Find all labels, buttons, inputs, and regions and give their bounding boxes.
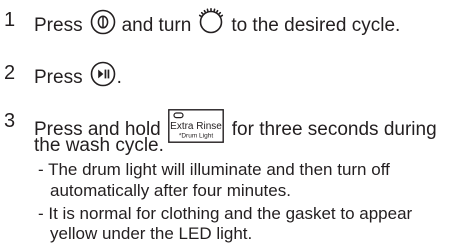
note-1-line-1: - The drum light will illuminate and the…	[38, 160, 390, 179]
step-1-line: Press and turn to the desired cycle.	[34, 8, 400, 43]
step-number: 2	[4, 62, 16, 84]
step-2-text-after: .	[116, 66, 122, 88]
drum-light-sublabel: *Drum Light	[179, 133, 214, 140]
step-1-text-before: Press	[34, 14, 83, 36]
step-1-text-after: to the desired cycle.	[231, 14, 401, 36]
power-button-icon	[90, 9, 116, 42]
step-1-text-middle: and turn	[121, 14, 192, 36]
step-1: 1 Press and turn to the desired cycle.	[0, 8, 474, 36]
step-3-text-after: for three seconds during	[231, 118, 437, 140]
cycle-dial-icon	[197, 8, 225, 43]
step-3: 3 Press and hold Extra Rinse *Drum Light…	[0, 109, 474, 143]
step-3-continuation: the wash cycle.	[34, 135, 164, 156]
note-1-line-2: automatically after four minutes.	[50, 181, 291, 200]
step-2-line: Press .	[34, 61, 122, 94]
extra-rinse-button-icon: Extra Rinse *Drum Light	[167, 109, 224, 150]
extra-rinse-label: Extra Rinse	[170, 121, 222, 132]
step-number: 1	[4, 9, 16, 31]
step-number: 3	[4, 110, 16, 132]
step-2-text-before: Press	[34, 66, 83, 88]
start-pause-button-icon	[90, 61, 116, 94]
step-2: 2 Press .	[0, 61, 474, 89]
note-2-line-1: - It is normal for clothing and the gask…	[38, 204, 413, 223]
note-2-line-2: yellow under the LED light.	[50, 224, 253, 243]
